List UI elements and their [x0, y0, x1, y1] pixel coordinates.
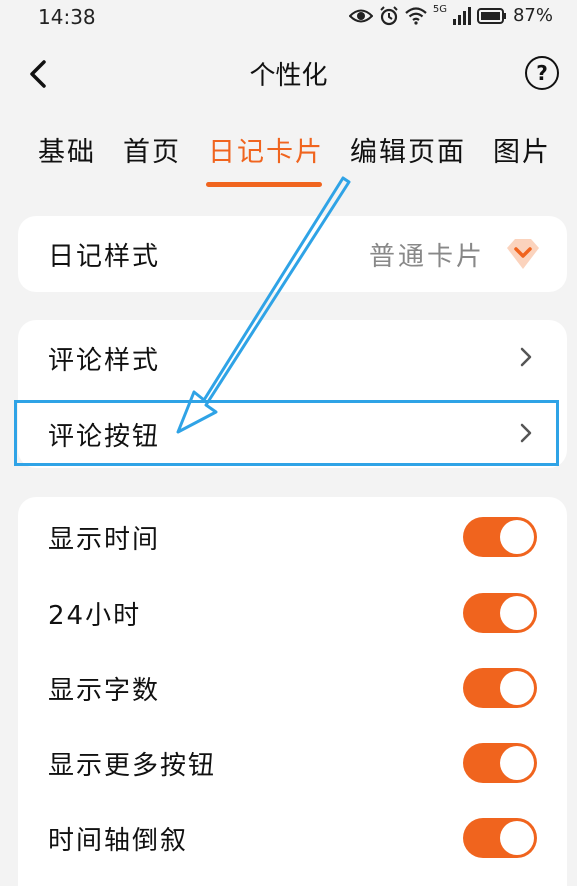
toggle-knob [500, 671, 534, 705]
network-type-label: 5G [432, 4, 447, 15]
diamond-icon [507, 239, 539, 269]
comment-style-row[interactable]: 评论样式 [18, 320, 567, 396]
wifi-icon [405, 6, 427, 25]
status-bar: 14:38 5G 87% [0, 0, 577, 38]
diary-style-card: 日记样式 普通卡片 [18, 216, 567, 292]
tab-edit-page[interactable]: 编辑页面 [350, 130, 466, 169]
diary-style-label: 日记样式 [48, 242, 161, 272]
tab-bar: 基础 首页 日记卡片 编辑页面 图片 [0, 120, 577, 190]
toggle-label: 24小时 [48, 601, 142, 631]
toggle-row-more-button: 显示更多按钮 [18, 725, 567, 801]
status-icons: 5G 87% [348, 4, 553, 26]
show-time-toggle[interactable] [463, 517, 537, 557]
toggle-label: 显示更多按钮 [48, 751, 217, 781]
tab-diary-card[interactable]: 日记卡片 [208, 130, 324, 169]
24-hour-toggle[interactable] [463, 593, 537, 633]
toggle-row-show-time: 显示时间 [18, 499, 567, 575]
diary-style-value: 普通卡片 [368, 242, 485, 272]
toggle-knob [500, 520, 534, 554]
toggle-label: 显示字数 [48, 676, 161, 706]
tab-home[interactable]: 首页 [123, 130, 181, 169]
toggle-knob [500, 596, 534, 630]
question-circle-icon[interactable]: ? [525, 56, 559, 90]
toggle-label: 显示时间 [48, 525, 161, 555]
tab-images[interactable]: 图片 [493, 130, 551, 169]
toggle-label: 时间轴倒叙 [48, 826, 189, 856]
header-bar: 个性化 ? [0, 42, 577, 106]
word-count-toggle[interactable] [463, 668, 537, 708]
toggle-knob [500, 821, 534, 855]
battery-percent: 87% [512, 5, 553, 26]
signal-icon [452, 6, 471, 25]
chevron-right-icon [520, 347, 532, 367]
comment-style-label: 评论样式 [48, 346, 161, 376]
display-toggles-card: 显示时间 24小时 显示字数 显示更多按钮 时间轴倒叙 [18, 497, 567, 886]
tab-basic[interactable]: 基础 [38, 130, 96, 169]
eye-icon [348, 9, 373, 22]
active-tab-indicator [206, 182, 322, 187]
status-time: 14:38 [38, 5, 96, 29]
alarm-icon [380, 5, 398, 25]
battery-icon [476, 7, 506, 24]
page-title: 个性化 [249, 61, 328, 91]
timeline-reverse-toggle[interactable] [463, 818, 537, 858]
toggle-knob [500, 746, 534, 780]
toggle-row-24-hour: 24小时 [18, 575, 567, 651]
toggle-row-word-count: 显示字数 [18, 650, 567, 726]
toggle-row-timeline-reverse: 时间轴倒叙 [18, 800, 567, 876]
more-button-toggle[interactable] [463, 743, 537, 783]
annotation-highlight-box [14, 400, 559, 466]
diary-style-row[interactable]: 日记样式 普通卡片 [18, 216, 567, 292]
help-symbol: ? [536, 61, 548, 85]
